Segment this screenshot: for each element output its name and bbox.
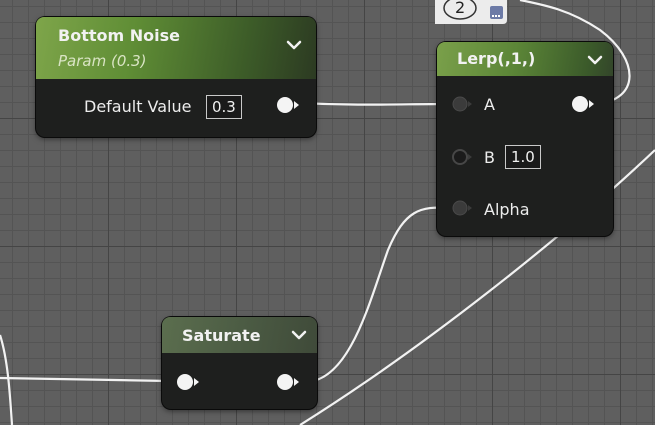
wire-left-input (0, 334, 14, 425)
comment-bubble[interactable]: 2 (433, 0, 513, 28)
bottom-noise-header[interactable]: Bottom Noise Param (0.3) (36, 17, 316, 79)
wire-saturate-to-lerp-alpha (304, 206, 451, 384)
lerp-header[interactable]: Lerp(,1,) (437, 42, 613, 76)
default-value-field[interactable]: 0.3 (206, 95, 242, 119)
chevron-down-icon[interactable] (291, 329, 307, 341)
output-pin-icon[interactable] (274, 371, 302, 393)
node-title: Bottom Noise (58, 26, 180, 45)
saturate-header[interactable]: Saturate (162, 317, 317, 353)
output-pin-icon[interactable] (274, 94, 302, 116)
lerp-node[interactable]: Lerp(,1,) A B 1.0 Alpha (437, 42, 613, 236)
input-b-label: B (484, 148, 495, 167)
wire-left-to-saturate (0, 376, 171, 383)
comment-count: 2 (455, 0, 466, 17)
input-pin-a-icon[interactable] (449, 93, 477, 115)
bottom-noise-node[interactable]: Bottom Noise Param (0.3) Default Value 0… (36, 17, 316, 137)
wire-param-to-lerp-a (299, 101, 451, 106)
chevron-down-icon[interactable] (286, 39, 302, 51)
input-pin-b-icon[interactable] (449, 146, 477, 168)
input-a-label: A (484, 95, 495, 114)
chevron-down-icon[interactable] (587, 54, 603, 66)
output-pin-icon[interactable] (569, 93, 597, 115)
node-title: Lerp(,1,) (457, 49, 536, 68)
saturate-node[interactable]: Saturate (162, 317, 317, 409)
b-value-field[interactable]: 1.0 (505, 145, 541, 169)
comment-icon (435, 0, 507, 24)
default-value-label: Default Value (84, 97, 192, 116)
node-subtitle: Param (0.3) (58, 52, 147, 70)
node-title: Saturate (182, 326, 261, 345)
input-pin-alpha-icon[interactable] (449, 197, 477, 219)
input-alpha-label: Alpha (484, 200, 530, 219)
input-pin-icon[interactable] (174, 371, 202, 393)
